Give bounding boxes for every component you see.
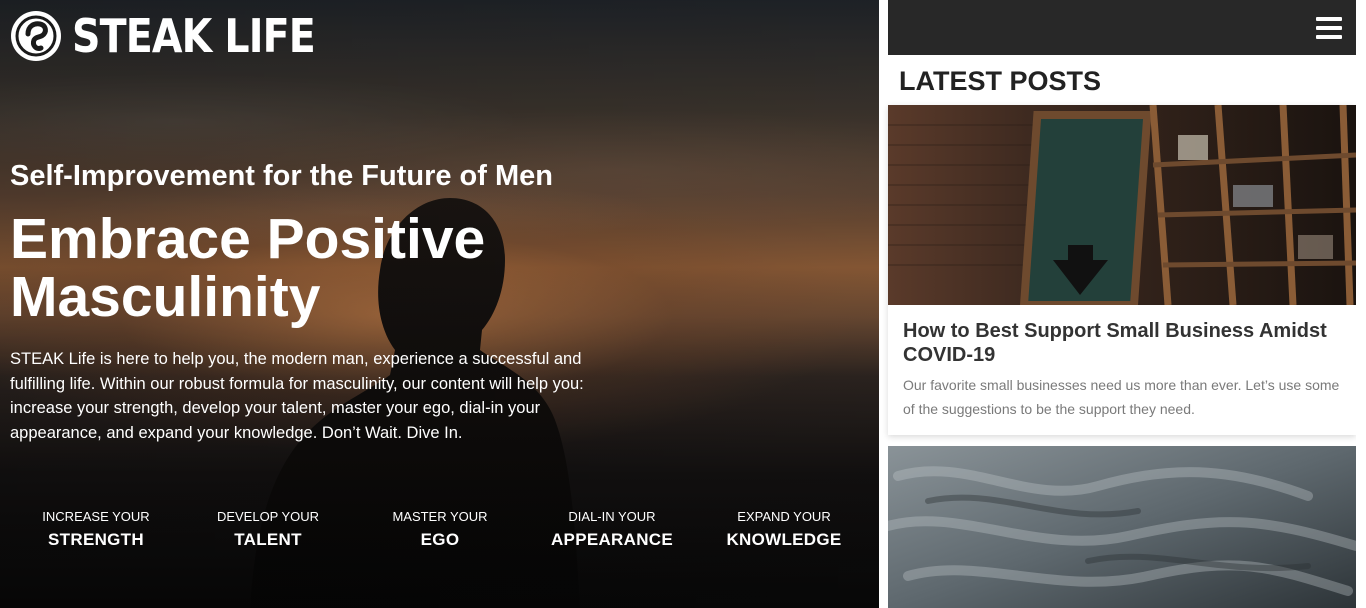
pillar-knowledge-link[interactable]: EXPAND YOUR KNOWLEDGE (698, 508, 870, 554)
post-excerpt: Our favorite small businesses need us mo… (903, 377, 1340, 417)
post-thumbnail-image[interactable] (888, 446, 1356, 608)
post-thumbnail-image[interactable] (888, 105, 1356, 305)
pillar-strength-link[interactable]: INCREASE YOUR STRENGTH (10, 508, 182, 554)
post-card[interactable]: How to Best Support Small Business Amids… (888, 105, 1356, 435)
pillar-ego-link[interactable]: MASTER YOUR EGO (354, 508, 526, 554)
pillar-label-top: DEVELOP YOUR (216, 509, 320, 524)
latest-posts-heading: LATEST POSTS (899, 66, 1102, 96)
hero-section: STEAK LIFE Self-Improvement for the Futu… (0, 0, 879, 608)
hero-description: STEAK Life is here to help you, the mode… (10, 350, 584, 442)
hero-subtitle: Self-Improvement for the Future of Men (10, 160, 553, 192)
steak-logo-icon (11, 11, 61, 61)
pillar-talent-link[interactable]: DEVELOP YOUR TALENT (182, 508, 354, 554)
post-title-link[interactable]: How to Best Support Small Business Amids… (903, 319, 1343, 367)
top-bar (888, 0, 1356, 55)
hero-title: Embrace Positive Masculinity (10, 207, 486, 329)
post-card[interactable] (888, 446, 1356, 608)
pillar-label-top: EXPAND YOUR (737, 509, 831, 524)
pillar-label-main: TALENT (234, 530, 302, 549)
sidebar: LATEST POSTS How to Best Support Small B… (888, 0, 1356, 608)
site-logo[interactable]: STEAK LIFE (10, 8, 354, 64)
hamburger-menu-icon[interactable] (1316, 17, 1342, 39)
pillar-label-top: INCREASE YOUR (42, 509, 150, 524)
pillar-label-main: KNOWLEDGE (726, 530, 842, 549)
pillar-appearance-link[interactable]: DIAL-IN YOUR APPEARANCE (526, 508, 698, 554)
pillar-label-main: STRENGTH (48, 530, 144, 549)
pillar-label-main: APPEARANCE (550, 530, 674, 549)
right-margin (1356, 0, 1366, 608)
column-gutter (879, 0, 888, 608)
pillar-label-top: DIAL-IN YOUR (568, 509, 656, 524)
pillar-label-main: EGO (420, 530, 460, 549)
site-logo-text: STEAK LIFE (72, 9, 316, 63)
pillar-links: INCREASE YOUR STRENGTH DEVELOP YOUR TALE… (10, 508, 870, 554)
pillar-label-top: MASTER YOUR (392, 509, 488, 524)
